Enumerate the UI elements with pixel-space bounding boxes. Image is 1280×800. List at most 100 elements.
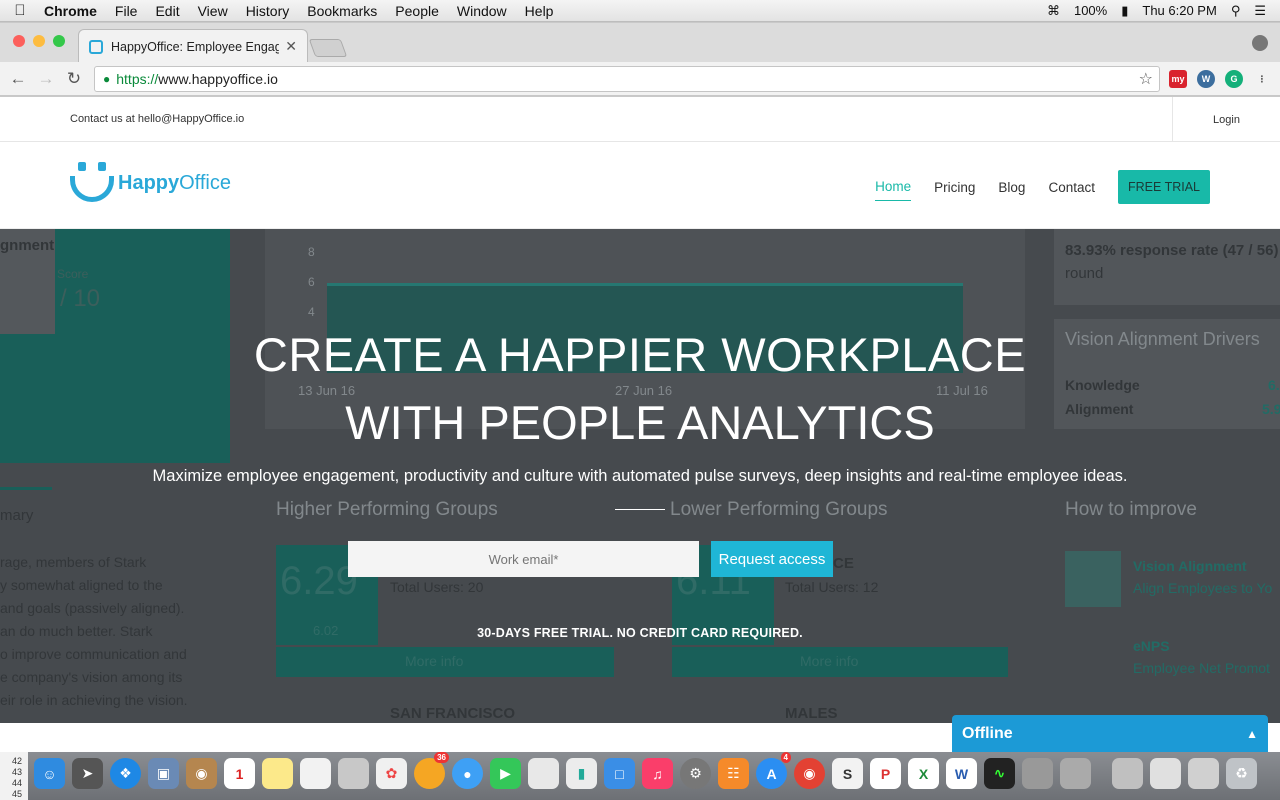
menu-view[interactable]: View [189,3,237,19]
forward-icon[interactable]: → [32,69,60,89]
hero-headline-2: WITH PEOPLE ANALYTICS [345,396,935,449]
macos-dock: 42 43 44 45 ☺ ➤ ❖ ▣ ◉ 1 ✿ 36 ● ▶ ▮ □ ♫ ⚙… [0,752,1280,800]
browser-toolbar: ← → ↻ ● https:// www.happyoffice.io ☆ my… [0,62,1280,96]
web-page: Contact us at hello@HappyOffice.io Login… [0,97,1280,752]
menu-file[interactable]: File [106,3,147,19]
apple-menu-icon[interactable]:  [0,2,40,19]
spotlight-icon[interactable]: ⚲ [1231,3,1241,19]
menu-bookmarks[interactable]: Bookmarks [298,3,386,19]
grammarly-extension-icon[interactable]: G [1225,70,1243,88]
myfitness-extension-icon[interactable]: my [1169,70,1187,88]
zoom-window-button[interactable] [53,35,65,47]
nav-pricing[interactable]: Pricing [934,180,975,195]
numbers-icon[interactable]: ▮ [566,758,597,789]
menu-edit[interactable]: Edit [146,3,188,19]
ibooks-icon[interactable]: ☷ [718,758,749,789]
favicon-icon [89,39,103,54]
folder-icon[interactable] [1022,758,1053,789]
badge-36: 36 [434,752,449,763]
tab-happyoffice[interactable]: HappyOffice: Employee Engag ✕ [78,29,308,63]
chat-status: Offline [962,724,1013,742]
notification-center-icon[interactable]: ☰ [1254,3,1266,19]
wifi-icon[interactable]: ⌘ [1047,3,1060,19]
activity-monitor-icon[interactable]: ∿ [984,758,1015,789]
word-icon[interactable]: W [946,758,977,789]
free-trial-button[interactable]: FREE TRIAL [1117,170,1210,204]
wordpress-extension-icon[interactable]: W [1197,70,1215,88]
nav-home[interactable]: Home [875,179,912,201]
menu-help[interactable]: Help [516,3,563,19]
badge-4: 4 [780,752,791,763]
menu-app[interactable]: Chrome [40,3,106,19]
finder-icon[interactable]: ☺ [34,758,65,789]
textedit-icon[interactable] [528,758,559,789]
safari-icon[interactable]: ❖ [110,758,141,789]
url-scheme: https:// [116,71,159,87]
excel-icon[interactable]: X [908,758,939,789]
trash-icon[interactable]: ♻ [1226,758,1257,789]
menu-people[interactable]: People [386,3,448,19]
contacts-icon[interactable]: ◉ [186,758,217,789]
contact-bar: Contact us at hello@HappyOffice.io Login [0,97,1280,142]
dock-side-strip: 42 43 44 45 [0,752,28,800]
hero-content: CREATE A HAPPIER WORKPLACE WITH PEOPLE A… [0,229,1280,723]
url-host: www.happyoffice.io [158,71,278,87]
app-store-icon[interactable]: A4 [756,752,791,789]
tab-strip: HappyOffice: Employee Engag ✕ [0,23,1280,63]
hero-divider [615,509,665,510]
chrome-icon[interactable]: ◉ [794,758,825,789]
hero-subtitle: Maximize employee engagement, productivi… [152,467,1128,485]
keynote-icon[interactable]: □ [604,758,635,789]
menu-history[interactable]: History [237,3,299,19]
battery-icon[interactable]: ▮ [1121,3,1128,19]
main-nav: Home Pricing Blog Contact FREE TRIAL [875,170,1210,204]
launchpad-icon[interactable]: ➤ [72,758,103,789]
back-icon[interactable]: ← [4,69,32,89]
notes-icon[interactable] [262,758,293,789]
hero-section: gnment Score / 10 8 6 4 13 Jun 16 27 Jun… [0,229,1280,723]
itunes-icon[interactable]: ♫ [642,758,673,789]
close-tab-icon[interactable]: ✕ [285,38,297,55]
photos-icon[interactable]: ✿ [376,758,407,789]
new-tab-button[interactable] [308,39,348,57]
request-access-button[interactable]: Request access [711,541,833,577]
nav-contact[interactable]: Contact [1048,180,1095,195]
trial-note: 30-DAYS FREE TRIAL. NO CREDIT CARD REQUI… [477,626,803,640]
contact-text[interactable]: Contact us at hello@HappyOffice.io [70,113,244,125]
clock[interactable]: Thu 6:20 PM [1142,3,1216,18]
chevron-up-icon[interactable]: ▲ [1246,727,1258,741]
scanner-icon[interactable] [1060,758,1091,789]
menu-window[interactable]: Window [448,3,516,19]
messages-icon[interactable]: ● [452,758,483,789]
lock-icon[interactable]: ● [103,72,110,86]
powerpoint-icon[interactable]: P [870,758,901,789]
sublime-icon[interactable]: S [832,758,863,789]
system-preferences-icon[interactable]: ⚙ [680,758,711,789]
screenshot-stack-icon[interactable] [1188,758,1219,789]
chrome-menu-icon[interactable]: ⋮ [1253,70,1271,88]
tab-title: HappyOffice: Employee Engag [111,39,280,54]
preview-icon[interactable]: ▣ [148,758,179,789]
downloads-stack-icon[interactable] [1150,758,1181,789]
reload-icon[interactable]: ↻ [60,69,88,89]
hero-headline-1: CREATE A HAPPIER WORKPLACE [253,328,1027,381]
battery-percent: 100% [1073,3,1108,18]
calendar-icon[interactable]: 1 [224,758,255,789]
documents-stack-icon[interactable] [1112,758,1143,789]
happyoffice-logo[interactable]: HappyOffice [70,162,231,204]
jumpstart-icon[interactable]: 36 [414,752,449,789]
work-email-input[interactable] [348,541,699,577]
profile-icon[interactable] [1252,35,1268,51]
minimize-window-button[interactable] [33,35,45,47]
login-link[interactable]: Login [1172,97,1280,142]
photo-booth-icon[interactable] [338,758,369,789]
nav-blog[interactable]: Blog [998,180,1025,195]
address-bar[interactable]: ● https:// www.happyoffice.io ☆ [94,66,1160,92]
macos-menubar:  Chrome File Edit View History Bookmark… [0,0,1280,22]
reminders-icon[interactable] [300,758,331,789]
facetime-icon[interactable]: ▶ [490,758,521,789]
chat-widget[interactable]: Offline ▲ [952,715,1268,752]
close-window-button[interactable] [13,35,25,47]
bookmark-star-icon[interactable]: ☆ [1139,69,1153,89]
logo-text: HappyOffice [118,171,231,194]
